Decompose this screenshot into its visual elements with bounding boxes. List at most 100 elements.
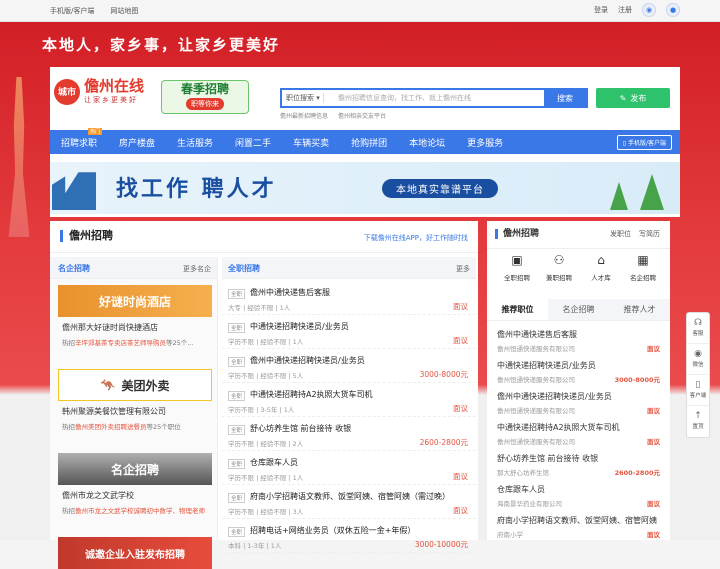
- tab-talent[interactable]: 推荐人才: [609, 299, 670, 320]
- qq-login-icon[interactable]: ●: [666, 3, 680, 17]
- fulltime-tag: 全职: [228, 459, 246, 469]
- job-pay: 面议: [453, 302, 468, 311]
- main-section: 儋州招聘 下载儋州在线APP，好工作随时找 名企招聘 更多名企 好谜时尚酒店 儋…: [50, 221, 478, 569]
- headset-icon: ☊: [694, 318, 702, 328]
- tab-companies[interactable]: 名企招聘: [548, 299, 609, 320]
- nav-item-more[interactable]: 更多服务: [456, 136, 514, 149]
- mobile-link[interactable]: 手机版/客户端: [50, 6, 94, 16]
- kangaroo-icon: 🦘: [100, 378, 116, 392]
- fulltime-tag: 全职: [228, 323, 246, 333]
- side-job-item[interactable]: 仓库跟车人员 海南景华药业有限公司 面议: [487, 480, 670, 511]
- company-banner: 好谜时尚酒店: [58, 285, 212, 317]
- float-service[interactable]: ☊ 客服: [687, 313, 709, 344]
- ad-pill: 本地真实靠谱平台: [382, 179, 498, 198]
- quick-parttime[interactable]: ⚇ 兼职招聘: [539, 253, 579, 282]
- float-app[interactable]: ▯ 客户端: [687, 375, 709, 406]
- search-bar: 职位搜索 ▾ 儋州招聘信息查询，找工作、就上儋州在线 搜索: [280, 88, 588, 108]
- fulltime-tag: 全职: [228, 493, 246, 503]
- spring-recruit-promo[interactable]: 春季招聘 职等你来: [161, 80, 249, 114]
- nav-item-groupbuy[interactable]: 抢购拼团: [340, 136, 398, 149]
- job-pay: 面议: [453, 472, 468, 481]
- nav-item-jobs[interactable]: 招聘求职 热门: [50, 127, 108, 149]
- arrow-up-icon: ↑: [694, 411, 702, 421]
- side-job-item[interactable]: 儋州中通快递招聘快递员/业务员 儋州恒通快递服务有限公司 面议: [487, 387, 670, 418]
- fulltime-tag: 全职: [228, 357, 246, 367]
- job-title: 仓库跟车人员: [250, 458, 298, 467]
- job-row[interactable]: 全职 中通快递招聘持A2执照大货车司机 学历不限 | 3-5年 | 1人 面议: [222, 383, 476, 417]
- promo-title: 春季招聘: [180, 82, 229, 96]
- job-title: 舒心坊养生馆 前台接待 收银: [250, 424, 352, 433]
- ad-headline: 找工作 聘人才: [116, 177, 277, 202]
- login-link[interactable]: 登录: [594, 5, 608, 15]
- job-pay: 2600-2800元: [419, 438, 468, 447]
- job-row[interactable]: 全职 舒心坊养生馆 前台接待 收银 学历不限 | 经验不限 | 2人 2600-280…: [222, 417, 476, 451]
- job-list-title: 全职招聘: [228, 264, 260, 273]
- company-name: 儋州那大好谜时尚快捷酒店: [62, 323, 158, 332]
- more-companies-link[interactable]: 更多名企: [183, 264, 211, 274]
- site-logo[interactable]: 城市 儋州在线 让家乡更美好: [54, 78, 144, 105]
- side-job-item[interactable]: 舒心坊养生馆 前台接待 收银 那大舒心坊养生馆 2600-2800元: [487, 449, 670, 480]
- quick-company[interactable]: ▦ 名企招聘: [623, 253, 663, 282]
- side-job-item[interactable]: 中通快递招聘快递员/业务员 儋州恒通快递服务有限公司 3000-8000元: [487, 356, 670, 387]
- company-card[interactable]: 🦘 美团外卖 韩州聚源美餐饮管理有限公司 热招儋州美团外卖招聘送餐员等25个职位: [50, 363, 218, 447]
- search-category-select[interactable]: 职位搜索 ▾: [282, 93, 324, 103]
- company-card[interactable]: 好谜时尚酒店 儋州那大好谜时尚快捷酒店 热招辛坪郊基茶专卖店茶艺师导购员等25个…: [50, 279, 218, 363]
- float-wechat[interactable]: ◉ 微信: [687, 344, 709, 375]
- nav-item-services[interactable]: 生活服务: [166, 136, 224, 149]
- logo-tagline: 让家乡更美好: [84, 96, 138, 104]
- quick-talent[interactable]: ⌂ 人才库: [581, 253, 621, 282]
- app-download-link[interactable]: 下载儋州在线APP，好工作随时找: [364, 233, 468, 243]
- company-card[interactable]: 名企招聘 儋州市龙之文武学校 热招儋州市龙之文武学校诚聘初中数学、物理老师: [50, 447, 218, 531]
- tab-recommended-jobs[interactable]: 推荐职位: [487, 299, 548, 320]
- company-hot-jobs: 热招儋州美团外卖招聘送餐员等25个职位: [62, 423, 181, 431]
- nav-item-vehicles[interactable]: 车辆买卖: [282, 136, 340, 149]
- wechat-login-icon[interactable]: ◉: [642, 3, 656, 17]
- publish-button[interactable]: ✎ 发布: [596, 88, 670, 108]
- more-jobs-link[interactable]: 更多: [456, 264, 470, 274]
- tower-illustration: [8, 77, 30, 237]
- logo-mark: 城市: [54, 78, 80, 105]
- job-pay: 面议: [453, 404, 468, 413]
- company-banner: 诚邀企业入驻发布招聘: [58, 537, 212, 569]
- company-list: 名企招聘 更多名企 好谜时尚酒店 儋州那大好谜时尚快捷酒店 热招辛坪郊基茶专卖店…: [50, 257, 218, 569]
- quick-fulltime[interactable]: ▣ 全职招聘: [497, 253, 537, 282]
- company-name: 韩州聚源美餐饮管理有限公司: [62, 407, 166, 416]
- hot-search-links: 儋州最新招聘信息 儋州相亲交友平台: [280, 111, 386, 120]
- hot-link[interactable]: 儋州最新招聘信息: [280, 111, 328, 120]
- write-resume-link[interactable]: 写简历: [639, 229, 660, 239]
- slogan: 本地人，家乡事，让家乡更美好: [42, 36, 281, 54]
- register-link[interactable]: 注册: [618, 5, 632, 15]
- logo-name: 儋州在线: [84, 77, 145, 95]
- job-row[interactable]: 全职 儋州中通快递售后客服 大专 | 经验不限 | 1人 面议: [222, 281, 476, 315]
- side-tabs: 推荐职位 名企招聘 推荐人才: [487, 299, 670, 321]
- briefcase-icon: ▣: [511, 253, 523, 267]
- search-button[interactable]: 搜索: [544, 88, 586, 108]
- hot-link[interactable]: 儋州相亲交友平台: [338, 111, 386, 120]
- post-job-link[interactable]: 发职位: [610, 229, 631, 239]
- job-row[interactable]: 全职 中通快递招聘快递员/业务员 学历不限 | 经验不限 | 1人 面议: [222, 315, 476, 349]
- side-job-item[interactable]: 儋州中通快递售后客服 儋州恒通快递服务有限公司 面议: [487, 325, 670, 356]
- job-row[interactable]: 全职 儋州中通快递招聘快递员/业务员 学历不限 | 经验不限 | 5人 3000-80…: [222, 349, 476, 383]
- mobile-client-button[interactable]: ▯ 手机版/客户端: [616, 134, 672, 150]
- wechat-icon: ◉: [694, 349, 702, 359]
- job-title: 儋州中通快递售后客服: [250, 288, 330, 297]
- recruit-ad-banner[interactable]: 找工作 聘人才 本地真实靠谱平台: [50, 162, 680, 214]
- job-meta: 学历不限 | 经验不限 | 3人: [228, 508, 304, 516]
- hot-badge: 热门: [88, 127, 103, 135]
- job-row[interactable]: 全职 府南小学招聘语文教师、饭堂阿姨、宿管阿姨（需过晚） 学历不限 | 经验不限 |…: [222, 485, 476, 519]
- job-meta: 学历不限 | 经验不限 | 5人: [228, 372, 304, 380]
- company-icon: ▦: [637, 253, 649, 267]
- nav-item-secondhand[interactable]: 闲置二手: [224, 136, 282, 149]
- job-title: 府南小学招聘语文教师、饭堂阿姨、宿管阿姨（需过晚）: [250, 492, 450, 501]
- nav-item-forum[interactable]: 本地论坛: [398, 136, 456, 149]
- side-job-item[interactable]: 中通快递招聘持A2执照大货车司机 儋州恒通快递服务有限公司 面议: [487, 418, 670, 449]
- job-meta: 大专 | 经验不限 | 1人: [228, 304, 291, 312]
- sitemap-link[interactable]: 网站地图: [110, 6, 138, 16]
- float-top[interactable]: ↑ 置顶: [687, 406, 709, 437]
- search-input[interactable]: 儋州招聘信息查询，找工作、就上儋州在线: [324, 93, 544, 103]
- fulltime-tag: 全职: [228, 391, 246, 401]
- job-row[interactable]: 全职 仓库跟车人员 学历不限 | 经验不限 | 1人 面议: [222, 451, 476, 485]
- job-row[interactable]: 全职 招聘电话+网络业务员（双休五险一金+年假） 本科 | 1-3年 | 1人 300…: [222, 519, 476, 553]
- side-job-item[interactable]: 府南小学招聘语文教师、饭堂阿姨、宿管阿姨 府南小学 面议: [487, 511, 670, 540]
- nav-item-housing[interactable]: 房产楼盘: [108, 136, 166, 149]
